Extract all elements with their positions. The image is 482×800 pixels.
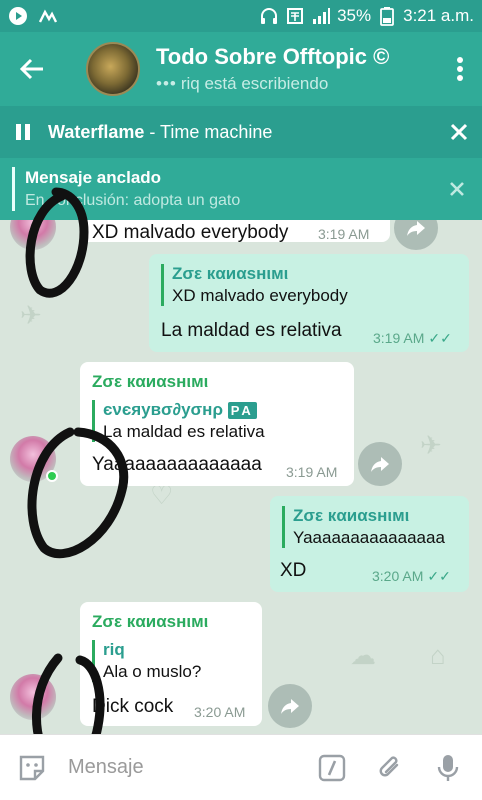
battery-icon — [377, 6, 397, 26]
telegram-play-icon — [8, 6, 28, 26]
sender-name: Zσε кαиαѕнιмι — [92, 612, 209, 631]
reply-text: Ala o muslo? — [103, 662, 202, 681]
reply-author: Zσε кαиαѕнιмι — [293, 506, 410, 525]
message-time: 3:19 AM — [373, 330, 425, 346]
back-button[interactable] — [0, 32, 64, 106]
reply-text: Yaaaaaaaaaaaaaaa — [293, 528, 445, 547]
track-title: Time machine — [160, 121, 273, 142]
message-input[interactable]: Mensaje — [68, 756, 144, 779]
reply-quote[interactable]: Zσε кαиαѕнιмι Yaaaaaaaaaaaaaaa — [282, 506, 445, 548]
pinned-text: Mensaje anclado En conclusión: adopta un… — [25, 168, 240, 210]
message-text: Yaaaaaaaaaaaaaaa — [92, 454, 262, 475]
sticker-icon — [19, 755, 45, 780]
status-bar: 35% 3:21 a.m. — [0, 0, 482, 32]
pinned-body: En conclusión: adopta un gato — [25, 192, 241, 209]
close-icon — [450, 123, 468, 141]
message-bubble-incoming[interactable]: XD malvado everybody 3:19 AM — [80, 220, 390, 243]
typing-status: ••• riq está escribiendo — [156, 74, 389, 94]
message-time-row: 3:20 AM ✓✓ — [372, 568, 451, 585]
sender-name: Zσε кαиαѕнιмι — [92, 372, 209, 391]
paper-plane-doodle-icon: ✈ — [20, 300, 42, 330]
pinned-title: Mensaje anclado — [25, 168, 162, 187]
reply-author: riq — [103, 640, 125, 659]
battery-percent: 35% — [337, 6, 372, 25]
attach-icon — [379, 756, 399, 776]
close-pinned-button[interactable] — [432, 158, 482, 220]
message-input-bar: Mensaje — [0, 734, 482, 800]
close-player-button[interactable] — [436, 106, 482, 158]
headphones-icon — [259, 6, 279, 26]
reply-author: Zσε кαиαѕнιмι — [172, 264, 289, 283]
track-artist: Waterflame — [48, 121, 145, 142]
sticker-button[interactable] — [0, 735, 64, 800]
reply-text: La maldad es relativa — [103, 422, 265, 441]
chat-title: Todo Sobre Offtopic © — [156, 44, 390, 69]
message-text: XD malvado everybody — [92, 222, 289, 243]
message-bubble-outgoing[interactable]: Zσε кαиαѕнιмι Yaaaaaaaaaaaaaaa XD 3:20 A… — [270, 496, 469, 592]
user-badge: PA — [227, 402, 257, 419]
share-arrow-icon — [407, 221, 425, 236]
message-time-row: 3:19 AM ✓✓ — [373, 330, 452, 347]
pinned-accent-bar — [12, 167, 15, 211]
typing-text: riq está escribiendo — [180, 74, 329, 93]
forward-button[interactable] — [268, 684, 312, 728]
reply-quote[interactable]: Zσε кαиαѕнιмι XD malvado everybody — [161, 264, 348, 306]
paper-plane-doodle-icon: ✈ — [420, 430, 442, 460]
avatar[interactable] — [10, 220, 56, 250]
cloud-doodle-icon: ☁ — [350, 640, 376, 670]
reply-author-row: єνєяувσ∂уσнρ PA — [103, 400, 265, 420]
avatar[interactable] — [10, 674, 56, 720]
reply-text: XD malvado everybody — [172, 286, 348, 305]
forward-button[interactable] — [394, 220, 438, 250]
message-bubble-outgoing[interactable]: Zσε кαиαѕнιмι XD malvado everybody La ma… — [149, 254, 469, 352]
group-avatar[interactable] — [86, 42, 140, 96]
message-bubble-incoming[interactable]: Zσε кαиαѕнιмι єνєяувσ∂уσнρ PA La maldad … — [80, 362, 354, 486]
voice-record-button[interactable] — [430, 750, 466, 786]
reply-author: єνєяувσ∂уσнρ — [103, 400, 223, 419]
message-time: 3:19 AM — [286, 464, 338, 480]
message-text: La maldad es relativa — [161, 320, 342, 341]
music-player-bar[interactable]: Waterflame - Time machine — [0, 106, 482, 158]
more-menu-button[interactable] — [438, 32, 482, 106]
clock: 3:21 a.m. — [403, 6, 474, 25]
microphone-icon — [437, 754, 459, 781]
activity-icon — [38, 6, 58, 26]
pause-icon[interactable] — [16, 122, 36, 142]
header-titles[interactable]: Todo Sobre Offtopic © ••• riq está escrib… — [156, 44, 389, 94]
message-text: XD — [280, 560, 307, 581]
carrier-icon — [285, 6, 305, 26]
forward-button[interactable] — [358, 442, 402, 486]
track-separator: - — [144, 121, 161, 142]
reply-quote[interactable]: єνєяувσ∂уσнρ PA La maldad es relativa — [92, 400, 265, 442]
bot-command-button[interactable] — [314, 750, 350, 786]
chat-header: Todo Sobre Offtopic © ••• riq está escrib… — [0, 32, 482, 106]
close-icon — [450, 182, 464, 196]
message-time: 3:19 AM — [318, 226, 370, 242]
reply-quote[interactable]: riq Ala o muslo? — [92, 640, 201, 682]
double-check-icon: ✓✓ — [427, 568, 451, 584]
message-text: Dick cock — [92, 696, 174, 717]
double-check-icon: ✓✓ — [428, 330, 452, 346]
message-time: 3:20 AM — [372, 568, 424, 584]
share-arrow-icon — [281, 699, 299, 714]
command-slash-icon — [318, 754, 346, 781]
now-playing: Waterflame - Time machine — [48, 122, 272, 143]
signal-icon — [311, 6, 331, 26]
share-arrow-icon — [371, 457, 389, 472]
message-time: 3:20 AM — [194, 704, 246, 720]
pinned-message-bar[interactable]: Mensaje anclado En conclusión: adopta un… — [0, 158, 482, 220]
typing-dots: ••• — [156, 74, 177, 93]
online-indicator — [46, 470, 58, 482]
message-bubble-incoming[interactable]: Zσε кαиαѕнιмι riq Ala o muslo? Dick cock… — [80, 602, 262, 726]
back-arrow-icon — [19, 58, 43, 80]
house-doodle-icon: ⌂ — [430, 640, 446, 670]
attach-button[interactable] — [372, 750, 408, 786]
more-vertical-icon — [457, 57, 463, 81]
message-list[interactable]: ✈ ✈ ⌂ ♡ ☁ XD malvado everybody 3:19 AM Z… — [0, 220, 482, 734]
